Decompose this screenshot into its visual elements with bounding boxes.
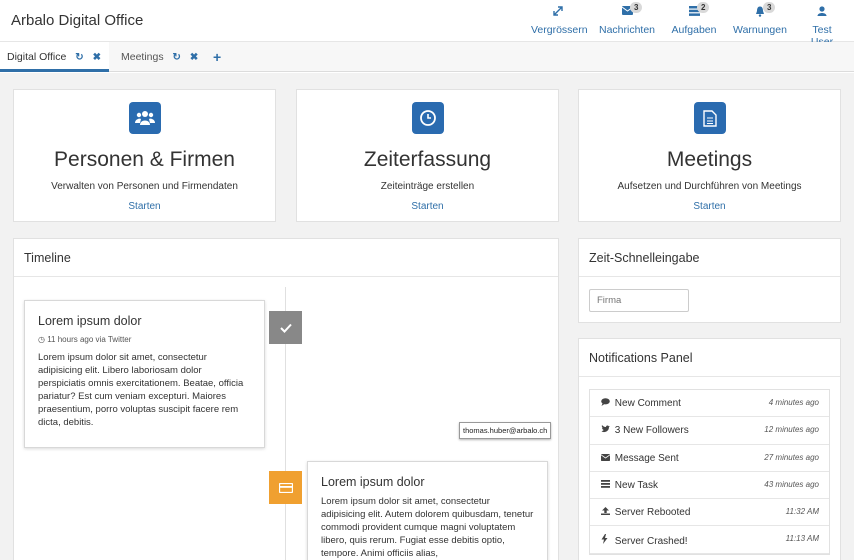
notification-item[interactable]: New Task 43 minutes ago [590, 472, 829, 500]
notification-time: 12 minutes ago [764, 425, 819, 435]
start-link[interactable]: Starten [297, 201, 558, 212]
tile-subtitle: Verwalten von Personen und Firmendaten [51, 181, 238, 192]
tile-personen-firmen: Personen & Firmen Verwalten von Personen… [13, 89, 276, 222]
tab-meetings-label: Meetings [121, 51, 164, 63]
nav-zoom[interactable]: Vergrössern [531, 4, 588, 36]
notification-time: 4 minutes ago [768, 398, 819, 407]
start-link[interactable]: Starten [14, 201, 275, 212]
notification-item[interactable]: Message Sent 27 minutes ago [590, 445, 829, 472]
notification-item[interactable]: Server Rebooted 11:32 AM [590, 499, 829, 527]
timeline-item: Lorem ipsum dolor Lorem ipsum dolor sit … [307, 461, 548, 560]
zeit-title: Zeit-Schnelleingabe [579, 239, 840, 277]
nav-zoom-label: Vergrössern [531, 24, 588, 36]
notification-item[interactable]: 3 New Followers 12 minutes ago [590, 417, 829, 445]
envelope-icon [600, 453, 612, 463]
check-icon [279, 323, 292, 333]
credit-card-icon [278, 482, 293, 493]
timeline-item-body: Lorem ipsum dolor sit amet, consectetur … [38, 352, 244, 428]
expand-icon [531, 6, 585, 22]
timeline-item-meta: ◷ 11 hours ago via Twitter [38, 335, 251, 344]
clock-icon: ◷ [38, 335, 48, 344]
tasks-icon [601, 479, 612, 490]
notification-item[interactable]: New Comment 4 minutes ago [590, 390, 829, 418]
main-content: Personen & Firmen Verwalten von Personen… [0, 73, 854, 560]
people-icon [128, 102, 161, 134]
tile-subtitle: Zeiteinträge erstellen [380, 181, 475, 192]
timeline-marker-check [269, 311, 302, 344]
nav-tasks-label: Aufgaben [671, 24, 717, 36]
tab-digital-office[interactable]: Digital Office ↻ ✖ [0, 42, 109, 72]
notification-item[interactable]: Server Crashed! 11:13 AM [590, 526, 829, 554]
twitter-icon [601, 425, 612, 435]
tab-meetings[interactable]: Meetings ↻ ✖ [114, 42, 204, 72]
tile-title: Meetings [666, 148, 753, 171]
notification-label: Message Sent [614, 452, 679, 464]
refresh-icon[interactable]: ↻ [75, 52, 83, 63]
app-title: Arbalo Digital Office [11, 12, 144, 29]
notification-label: Server Rebooted [614, 507, 691, 519]
tile-subtitle: Aufsetzen und Durchführen von Meetings [617, 181, 802, 192]
notifications-list: New Comment 4 minutes ago 3 New Follower… [589, 389, 830, 555]
comment-icon [601, 398, 612, 408]
notification-time: 11:32 AM [785, 507, 819, 517]
notification-time: 43 minutes ago [764, 479, 819, 489]
timeline-item-title: Lorem ipsum dolor [321, 475, 425, 489]
tasks-badge: 2 [697, 2, 710, 13]
timeline-item-meta-text: 11 hours ago via Twitter [47, 335, 132, 344]
tile-meetings: Meetings Aufsetzen und Durchführen von M… [578, 89, 841, 222]
user-icon [800, 6, 844, 22]
tab-digital-office-label: Digital Office [7, 51, 67, 63]
start-link[interactable]: Starten [579, 201, 840, 212]
close-icon[interactable]: ✖ [190, 52, 198, 63]
nav-tasks[interactable]: 2 Aufgaben [669, 2, 719, 36]
timeline-item-body: Lorem ipsum dolor sit amet, consectetur … [321, 496, 534, 559]
tile-title: Zeiterfassung [363, 148, 492, 171]
notification-time: 11:13 AM [785, 534, 819, 544]
timeline-item: Lorem ipsum dolor ◷ 11 hours ago via Twi… [24, 300, 265, 448]
tasks-icon: 2 [669, 2, 719, 22]
envelope-icon: 3 [598, 2, 656, 22]
nav-messages[interactable]: 3 Nachrichten [598, 2, 656, 36]
tab-bar: Digital Office ↻ ✖ Meetings ↻ ✖ + [0, 42, 854, 72]
close-icon[interactable]: ✖ [93, 52, 101, 63]
notifications-title: Notifications Panel [579, 339, 840, 377]
nav-warnings-label: Warnungen [733, 24, 787, 36]
messages-badge: 3 [630, 2, 643, 13]
notifications-panel: Notifications Panel New Comment 4 minute… [578, 338, 841, 560]
user-tooltip: thomas.huber@arbalo.ch [459, 422, 552, 439]
timeline-marker-card [269, 471, 302, 504]
bolt-icon [601, 534, 612, 546]
add-tab-icon[interactable]: + [213, 49, 221, 65]
tile-zeiterfassung: Zeiterfassung Zeiteinträge erstellen Sta… [296, 89, 559, 222]
clock-icon [411, 102, 444, 134]
tile-title: Personen & Firmen [54, 148, 235, 171]
nav-messages-label: Nachrichten [598, 24, 656, 36]
document-icon [693, 102, 726, 134]
warnings-badge: 3 [763, 2, 776, 13]
timeline-title: Timeline [14, 239, 558, 277]
notification-time: 27 minutes ago [764, 452, 819, 462]
top-navbar: Arbalo Digital Office Vergrössern 3 Nach… [0, 0, 854, 48]
notification-label: New Comment [614, 398, 681, 409]
timeline-item-title: Lorem ipsum dolor [38, 314, 142, 328]
notification-label: New Task [614, 479, 658, 491]
zeit-panel: Zeit-Schnelleingabe [578, 238, 841, 323]
notification-label: Server Crashed! [614, 536, 688, 548]
nav-warnings[interactable]: 3 Warnungen [732, 2, 788, 36]
bell-icon: 3 [732, 2, 788, 22]
refresh-icon[interactable]: ↻ [173, 52, 181, 63]
firma-input[interactable] [589, 289, 689, 312]
upload-icon [601, 507, 612, 517]
notification-label: 3 New Followers [614, 425, 689, 437]
